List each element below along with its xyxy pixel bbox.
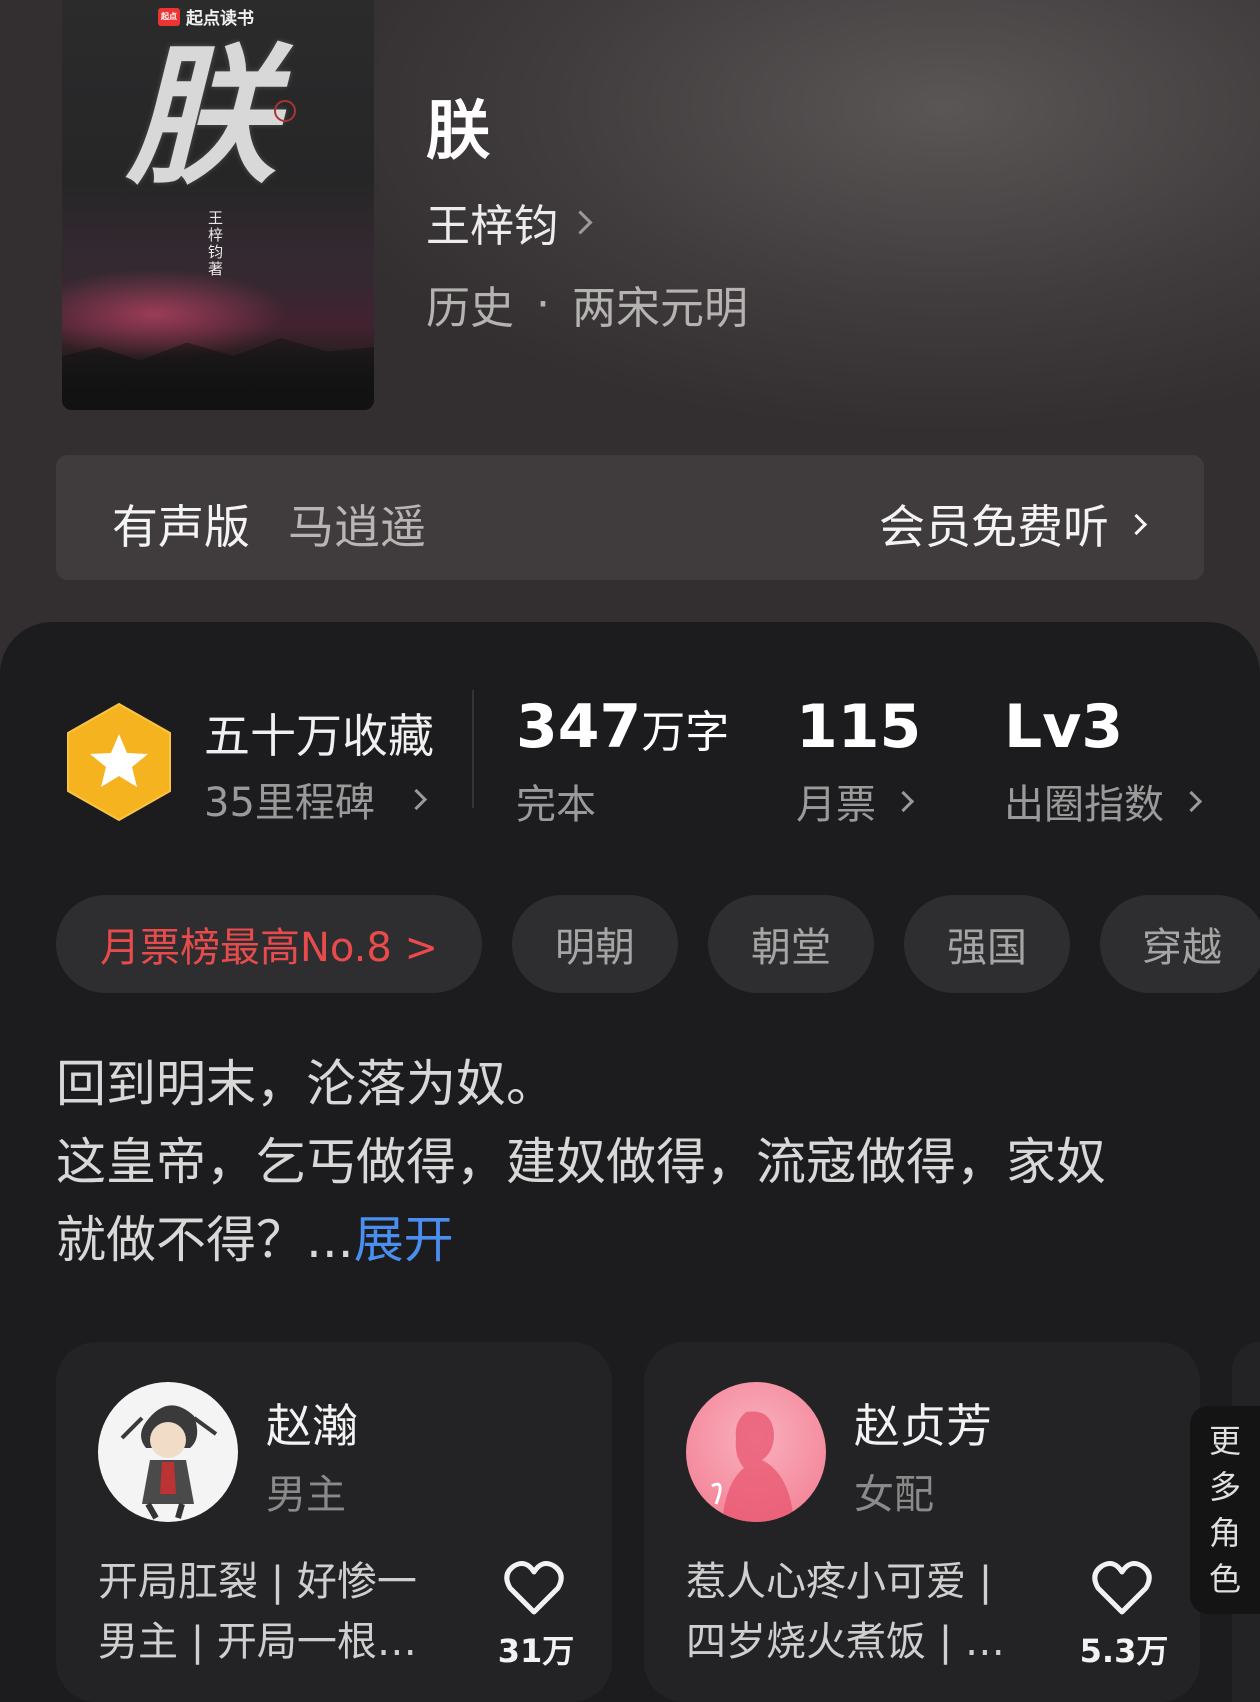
- expand-link[interactable]: 展开: [354, 1211, 454, 1269]
- cover-brand-text: 起点读书: [186, 9, 254, 29]
- tag-ming-dynasty[interactable]: 明朝: [512, 895, 678, 993]
- character-silhouette-icon: [711, 1411, 794, 1522]
- completion-label: 完本: [516, 782, 596, 828]
- tag-court[interactable]: 朝堂: [708, 895, 874, 993]
- genre-row: 历史 · 两宋元明: [426, 272, 748, 336]
- free-listen-label: 会员免费听: [879, 500, 1109, 554]
- character-role: 女配: [854, 1472, 934, 1518]
- more-characters-label: 更多角色: [1208, 1422, 1241, 1598]
- genre-separator: ·: [536, 278, 550, 330]
- word-count-number: 347: [516, 692, 642, 762]
- audio-narrator: 马逍遥: [288, 500, 426, 554]
- brand-logo-icon: 起点: [158, 7, 180, 26]
- tag-time-travel[interactable]: 穿越: [1100, 895, 1260, 993]
- synopsis-line: 回到明末，沦落为奴。: [56, 1055, 556, 1113]
- collection-badge-icon: [67, 702, 171, 822]
- character-card[interactable]: 赵贞芳 女配 惹人心疼小可爱 | 四岁烧火煮饭 | … 5.3万: [644, 1342, 1200, 1702]
- author-link[interactable]: 王梓钧: [426, 190, 593, 254]
- synopsis-line: 就做不得？...展开: [56, 1201, 1206, 1279]
- book-title: 朕: [426, 95, 490, 169]
- monthly-tickets-count: 115: [796, 692, 922, 762]
- description-line: 开局肛裂 | 好惨一: [98, 1559, 417, 1605]
- character-name: 赵贞芳: [854, 1399, 992, 1453]
- audio-label: 有声版: [112, 500, 250, 554]
- circle-index-value: Lv3: [1004, 692, 1124, 762]
- author-name: 王梓钧: [426, 201, 558, 252]
- synopsis-line: 这皇帝，乞丐做得，建奴做得，流寇做得，家奴: [56, 1133, 1106, 1191]
- monthly-tickets-link[interactable]: 月票: [796, 772, 915, 830]
- chevron-right-icon: [568, 209, 593, 235]
- genre: 历史: [426, 283, 514, 334]
- character-card[interactable]: 赵瀚 男主 开局肛裂 | 好惨一 男主 | 开局一根… 31万: [56, 1342, 612, 1702]
- like-count: 5.3万: [1079, 1632, 1169, 1670]
- tag-strong-nation[interactable]: 强国: [904, 895, 1070, 993]
- completion-status: 完本: [516, 772, 596, 830]
- character-avatar-icon: [120, 1405, 218, 1520]
- avatar: [686, 1382, 826, 1522]
- seal-icon: [274, 100, 296, 122]
- character-description: 开局肛裂 | 好惨一 男主 | 开局一根…: [98, 1552, 448, 1672]
- synopsis-text: 就做不得？...: [56, 1211, 354, 1269]
- character-role: 男主: [266, 1472, 346, 1518]
- more-characters-button[interactable]: 更多角色: [1190, 1406, 1260, 1614]
- chevron-right-icon: [892, 790, 915, 812]
- circle-index-link[interactable]: 出圈指数: [1004, 772, 1203, 830]
- character-description: 惹人心疼小可爱 | 四岁烧火煮饭 | …: [686, 1552, 1036, 1672]
- chevron-right-icon: [1125, 513, 1148, 535]
- character-name: 赵瀚: [266, 1399, 358, 1453]
- word-count: 347万字: [516, 692, 729, 762]
- chevron-right-icon: [405, 788, 428, 810]
- like-count: 31万: [497, 1632, 575, 1670]
- heart-icon[interactable]: [1092, 1560, 1152, 1616]
- chevron-right-icon: [1180, 790, 1203, 812]
- free-listen-button[interactable]: 会员免费听: [879, 491, 1148, 557]
- milestone-label: 35里程碑: [204, 780, 375, 826]
- stats-divider: [472, 690, 474, 808]
- description-line: 四岁烧火煮饭 | …: [686, 1619, 1005, 1665]
- synopsis: 回到明末，沦落为奴。 这皇帝，乞丐做得，建奴做得，流寇做得，家奴 就做不得？..…: [56, 1045, 1206, 1279]
- description-line: 惹人心疼小可爱 |: [686, 1559, 993, 1605]
- collection-milestone-title: 五十万收藏: [204, 709, 434, 763]
- subgenre: 两宋元明: [572, 283, 748, 334]
- monthly-tickets-label: 月票: [796, 782, 876, 828]
- audio-edition-bar[interactable]: 有声版 马逍遥 会员免费听: [56, 455, 1204, 580]
- cover-author: 王梓钧著: [208, 209, 224, 278]
- word-count-unit: 万字: [641, 707, 730, 758]
- book-cover[interactable]: 起点 起点读书 朕 王梓钧著: [62, 0, 374, 410]
- heart-icon[interactable]: [504, 1560, 564, 1616]
- avatar: [98, 1382, 238, 1522]
- circle-index-label: 出圈指数: [1004, 782, 1164, 828]
- tag-ranking[interactable]: 月票榜最高No.8 >: [56, 895, 482, 993]
- milestone-link[interactable]: 35里程碑: [204, 770, 428, 828]
- description-line: 男主 | 开局一根…: [98, 1619, 417, 1665]
- cover-title: 朕: [126, 29, 276, 205]
- cover-brand: 起点 起点读书: [158, 4, 254, 29]
